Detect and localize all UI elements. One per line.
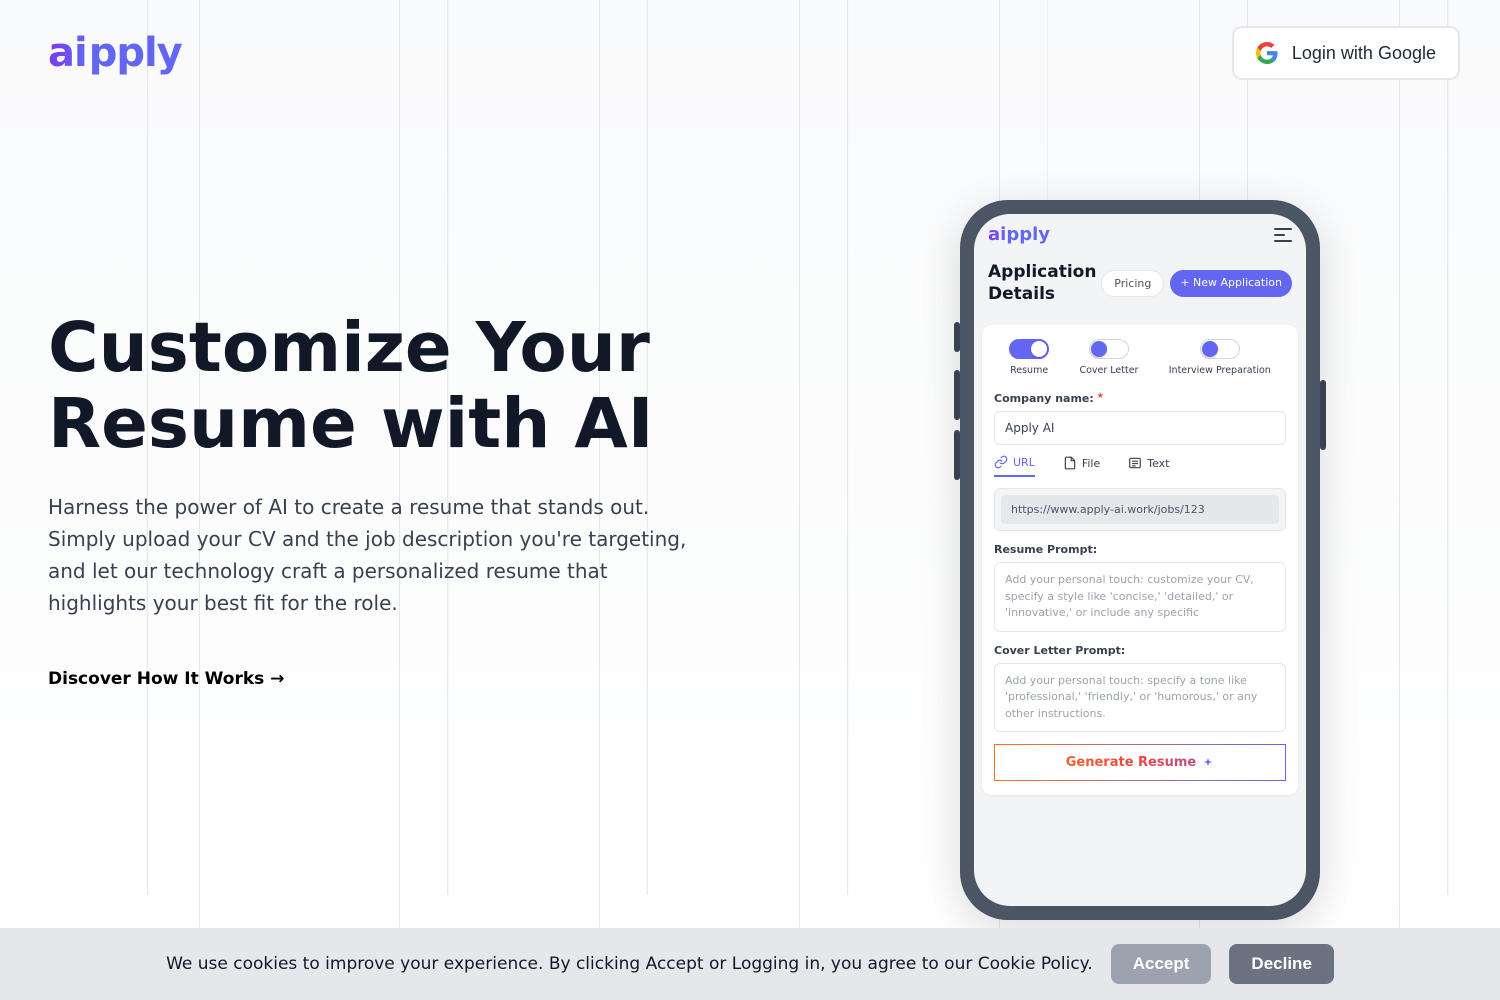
google-icon: [1256, 42, 1278, 64]
resume-prompt-label: Resume Prompt:: [994, 543, 1286, 556]
hero-title: Customize YourResume with AI: [48, 311, 688, 463]
resume-prompt-input[interactable]: Add your personal touch: customize your …: [994, 562, 1286, 632]
cover-letter-toggle[interactable]: [1089, 339, 1129, 359]
cookie-accept-button[interactable]: Accept: [1111, 944, 1212, 984]
cover-prompt-input[interactable]: Add your personal touch: specify a tone …: [994, 663, 1286, 733]
tab-text[interactable]: Text: [1128, 455, 1169, 477]
cookie-decline-button[interactable]: Decline: [1229, 944, 1333, 984]
tab-file[interactable]: File: [1063, 455, 1100, 477]
resume-toggle[interactable]: [1009, 339, 1049, 359]
generate-resume-button[interactable]: Generate Resume: [994, 744, 1286, 781]
url-input[interactable]: https://www.apply-ai.work/jobs/123: [1001, 495, 1279, 524]
section-title: ApplicationDetails: [988, 261, 1096, 305]
text-icon: [1128, 456, 1142, 470]
file-icon: [1063, 456, 1077, 470]
tab-url[interactable]: URL: [994, 455, 1035, 477]
interview-toggle[interactable]: [1200, 339, 1240, 359]
new-application-button[interactable]: + New Application: [1170, 270, 1292, 297]
login-google-button[interactable]: Login with Google: [1232, 26, 1460, 80]
cookie-banner: We use cookies to improve your experienc…: [0, 928, 1500, 1000]
brand-logo[interactable]: aipply: [48, 30, 182, 76]
phone-mockup: aipply ApplicationDetails Pricing + New …: [960, 200, 1320, 920]
sparkle-icon: [1202, 757, 1214, 769]
hero-description: Harness the power of AI to create a resu…: [48, 491, 688, 619]
url-input-container: https://www.apply-ai.work/jobs/123: [994, 488, 1286, 531]
link-icon: [994, 455, 1008, 469]
pricing-button[interactable]: Pricing: [1101, 270, 1164, 297]
cover-prompt-label: Cover Letter Prompt:: [994, 644, 1286, 657]
company-input[interactable]: Apply AI: [994, 411, 1286, 445]
login-label: Login with Google: [1292, 43, 1436, 64]
cookie-text: We use cookies to improve your experienc…: [166, 954, 1093, 974]
discover-link[interactable]: Discover How It Works →: [48, 669, 688, 689]
hamburger-icon[interactable]: [1274, 228, 1292, 242]
phone-logo: aipply: [988, 224, 1050, 245]
company-label: Company name:★: [994, 392, 1286, 405]
